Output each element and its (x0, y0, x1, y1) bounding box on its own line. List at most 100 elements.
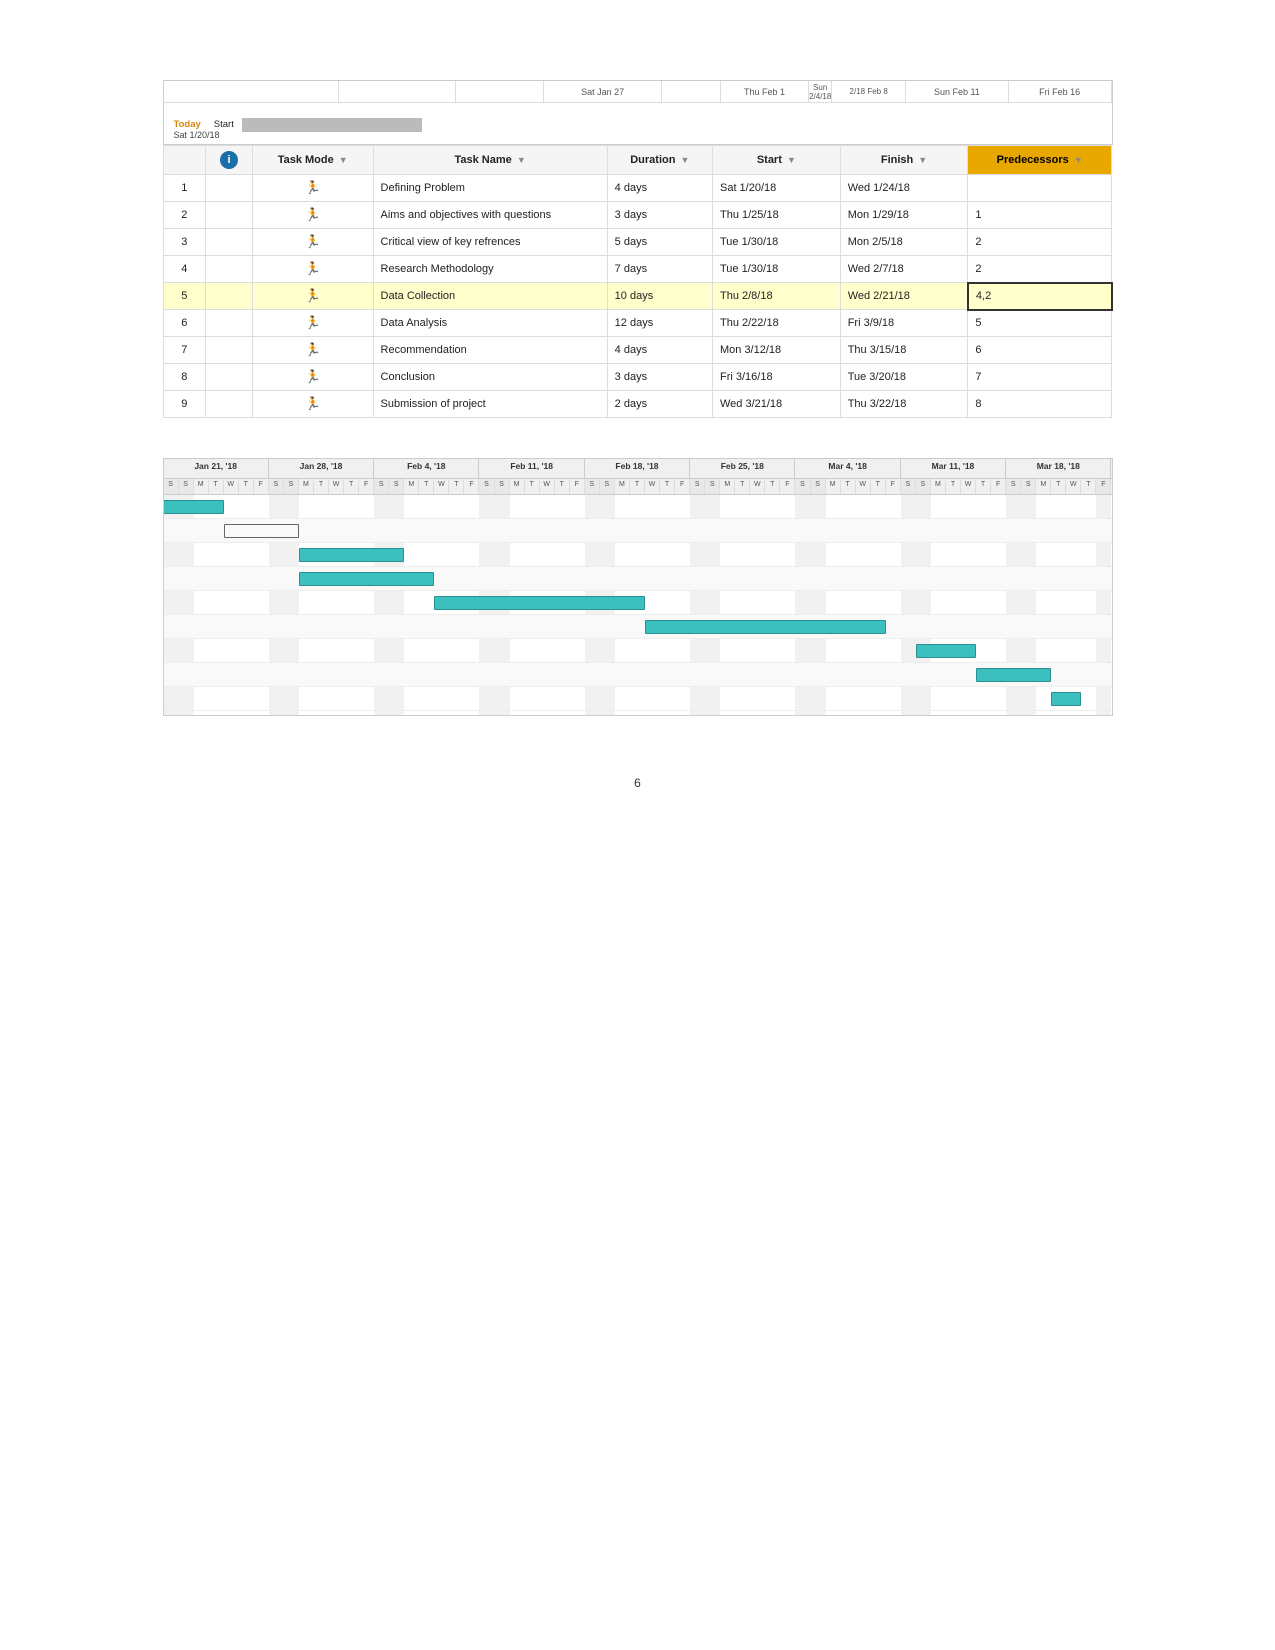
cell-info (206, 310, 253, 337)
cell-finish: Wed 2/7/18 (840, 256, 968, 283)
date-cell-empty3 (456, 81, 544, 102)
table-row: 5 🏃 Data Collection 10 days Thu 2/8/18 W… (163, 283, 1112, 310)
table-row: 1 🏃 Defining Problem 4 days Sat 1/20/18 … (163, 175, 1112, 202)
day-cell: S (179, 479, 194, 494)
table-header-row: i Task Mode ▼ Task Name ▼ Duration ▼ Sta… (163, 146, 1112, 175)
gantt-row-bg (164, 615, 1112, 639)
gantt-bar (299, 572, 434, 586)
sun-feb11-label: Sun Feb 11 (906, 81, 1009, 102)
day-cell: S (495, 479, 510, 494)
day-cell: S (585, 479, 600, 494)
day-cell: F (1096, 479, 1111, 494)
day-cell: W (856, 479, 871, 494)
th-mode: Task Mode ▼ (252, 146, 373, 175)
day-cell: W (961, 479, 976, 494)
sort-arrow-dur[interactable]: ▼ (681, 155, 690, 165)
th-name: Task Name ▼ (373, 146, 607, 175)
day-cell: S (284, 479, 299, 494)
start-label: Start (214, 119, 234, 130)
day-cell: T (239, 479, 254, 494)
week-label: Mar 4, '18 (795, 459, 900, 478)
week-label: Feb 11, '18 (479, 459, 584, 478)
date-cell-empty2 (339, 81, 456, 102)
task-icon: 🏃 (305, 180, 321, 195)
timeline-header: Sat Jan 27 Thu Feb 1 Sun 2/4/18 2/18 Feb… (163, 80, 1113, 145)
cell-info (206, 364, 253, 391)
cell-name: Recommendation (373, 337, 607, 364)
gantt-row-bg (164, 519, 1112, 543)
cell-finish: Wed 1/24/18 (840, 175, 968, 202)
day-cell: W (645, 479, 660, 494)
task-icon: 🏃 (305, 369, 321, 384)
cell-start: Thu 1/25/18 (712, 202, 840, 229)
cell-duration: 12 days (607, 310, 712, 337)
day-cell: T (735, 479, 750, 494)
sort-arrow-pred[interactable]: ▼ (1074, 155, 1083, 165)
day-cell: T (555, 479, 570, 494)
cell-predecessors: 2 (968, 229, 1112, 256)
cell-id: 4 (163, 256, 206, 283)
day-cell: S (164, 479, 179, 494)
day-cell: S (389, 479, 404, 494)
day-cell: W (329, 479, 344, 494)
table-row: 9 🏃 Submission of project 2 days Wed 3/2… (163, 391, 1112, 418)
sort-arrow-name[interactable]: ▼ (517, 155, 526, 165)
gantt-table: i Task Mode ▼ Task Name ▼ Duration ▼ Sta… (163, 145, 1113, 418)
gantt-bar (976, 668, 1051, 682)
cell-predecessors: 4,2 (968, 283, 1112, 310)
sort-arrow-finish[interactable]: ▼ (918, 155, 927, 165)
cell-duration: 3 days (607, 202, 712, 229)
task-icon: 🏃 (305, 234, 321, 249)
gantt-row-bg (164, 687, 1112, 711)
cell-name: Data Analysis (373, 310, 607, 337)
cell-info (206, 175, 253, 202)
table-row: 2 🏃 Aims and objectives with questions 3… (163, 202, 1112, 229)
cell-info (206, 256, 253, 283)
cell-predecessors: 6 (968, 337, 1112, 364)
sort-arrow-start[interactable]: ▼ (787, 155, 796, 165)
table-row: 4 🏃 Research Methodology 7 days Tue 1/30… (163, 256, 1112, 283)
day-cell: T (209, 479, 224, 494)
cell-mode: 🏃 (252, 175, 373, 202)
gantt-bar (434, 596, 645, 610)
date-cell-empty5: Sun 2/4/18 (809, 81, 832, 102)
day-cell: S (1006, 479, 1021, 494)
cell-mode: 🏃 (252, 229, 373, 256)
day-cell: M (510, 479, 525, 494)
day-cell: F (359, 479, 374, 494)
cell-duration: 4 days (607, 337, 712, 364)
th-duration: Duration ▼ (607, 146, 712, 175)
table-body: 1 🏃 Defining Problem 4 days Sat 1/20/18 … (163, 175, 1112, 418)
day-cell: M (404, 479, 419, 494)
day-cell: W (434, 479, 449, 494)
cell-duration: 7 days (607, 256, 712, 283)
cell-mode: 🏃 (252, 337, 373, 364)
day-cell: T (449, 479, 464, 494)
table-row: 7 🏃 Recommendation 4 days Mon 3/12/18 Th… (163, 337, 1112, 364)
day-cell: T (976, 479, 991, 494)
task-icon: 🏃 (305, 342, 321, 357)
day-cell: F (675, 479, 690, 494)
day-cell: T (1081, 479, 1096, 494)
day-cell: S (1021, 479, 1036, 494)
gantt-bar (1051, 692, 1081, 706)
cell-predecessors: 2 (968, 256, 1112, 283)
day-cell: S (705, 479, 720, 494)
cell-duration: 3 days (607, 364, 712, 391)
info-icon: i (220, 151, 238, 169)
start-bar (242, 118, 422, 132)
cell-finish: Thu 3/22/18 (840, 391, 968, 418)
task-icon: 🏃 (305, 315, 321, 330)
day-cell: T (871, 479, 886, 494)
day-cell: S (916, 479, 931, 494)
day-cell: F (570, 479, 585, 494)
gantt-bar (916, 644, 976, 658)
sort-arrow-mode[interactable]: ▼ (339, 155, 348, 165)
cell-start: Tue 1/30/18 (712, 256, 840, 283)
cell-mode: 🏃 (252, 391, 373, 418)
start-date: Sat 1/20/18 (174, 130, 220, 140)
th-info: i (206, 146, 253, 175)
cell-duration: 5 days (607, 229, 712, 256)
cell-name: Data Collection (373, 283, 607, 310)
cell-predecessors: 7 (968, 364, 1112, 391)
